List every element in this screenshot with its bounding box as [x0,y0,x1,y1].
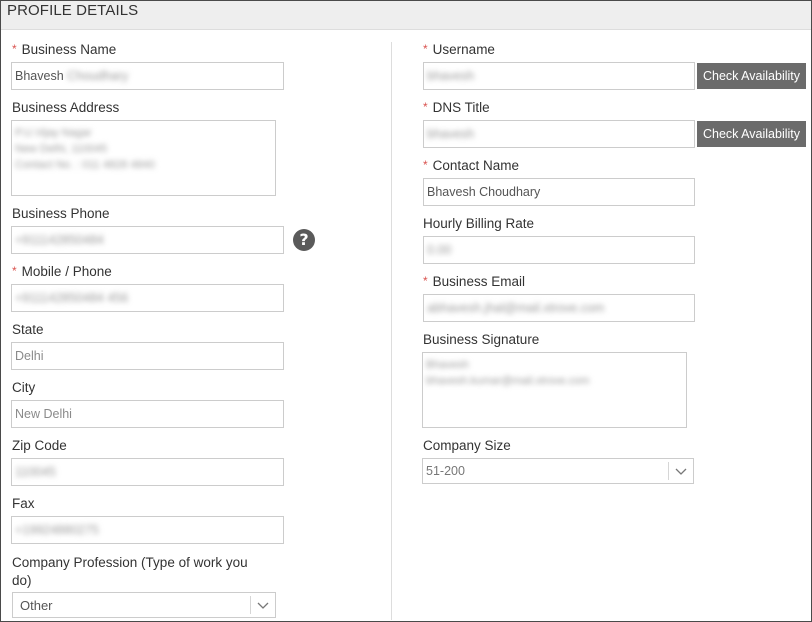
company-size-select[interactable]: 51-200 [422,458,694,484]
chevron-down-icon [675,468,687,475]
company-size-value: 51-200 [426,464,465,478]
business-address-textarea[interactable]: P.U.Vijay Nagar New Delhi, 110045 Contac… [11,120,276,196]
username-label: * Username [423,42,495,57]
zip-code-label: Zip Code [12,438,67,453]
city-label: City [12,380,36,395]
required-asterisk: * [12,42,17,56]
dns-title-input[interactable]: bhavesh [423,120,695,148]
fax-label: Fax [12,496,35,511]
business-phone-label: Business Phone [12,206,110,221]
username-input[interactable]: bhavesh [423,62,695,90]
contact-name-label: * Contact Name [423,158,519,173]
company-profession-select[interactable]: Other [12,592,276,618]
business-name-label: * Business Name [12,42,117,57]
section-header: PROFILE DETAILS [1,1,811,30]
fax-input[interactable]: +19924880275 [11,516,284,544]
hourly-billing-rate-input[interactable]: 0.00 [423,236,695,264]
state-label: State [12,322,44,337]
business-name-value: Choudhary [67,69,129,83]
company-size-label: Company Size [423,438,511,453]
contact-name-input[interactable]: Bhavesh Choudhary [423,178,695,206]
zip-code-input[interactable]: 110045 [11,458,284,486]
business-name-input[interactable]: Bhavesh Choudhary [11,62,284,90]
company-profession-label: Company Profession (Type of work you do) [12,555,248,588]
column-divider [391,42,392,620]
hourly-billing-rate-label: Hourly Billing Rate [423,216,535,231]
city-input[interactable]: New Delhi [11,400,284,428]
dns-title-label: * DNS Title [423,100,490,115]
business-phone-input[interactable]: +911142850484 [11,226,284,254]
company-profession-value: Other [20,598,53,613]
select-separator [668,462,669,480]
username-check-availability-button[interactable]: Check Availability [697,63,806,89]
select-separator [250,596,251,614]
business-email-input[interactable]: abhavesh.jhal@mail.xtrove.com [423,294,695,322]
state-input[interactable]: Delhi [11,342,284,370]
mobile-phone-input[interactable]: +911142850484 456 [11,284,284,312]
business-signature-label: Business Signature [423,332,540,347]
business-email-label: * Business Email [423,274,525,289]
help-question-icon[interactable]: ? [293,229,315,251]
business-signature-textarea[interactable]: Bhavesh bhavesh.kumar@mail.xtrove.com [422,352,687,428]
dns-check-availability-button[interactable]: Check Availability [697,121,806,147]
business-address-label: Business Address [12,100,120,115]
chevron-down-icon [257,602,269,609]
section-title: PROFILE DETAILS [7,2,139,19]
mobile-phone-label: * Mobile / Phone [12,264,112,279]
